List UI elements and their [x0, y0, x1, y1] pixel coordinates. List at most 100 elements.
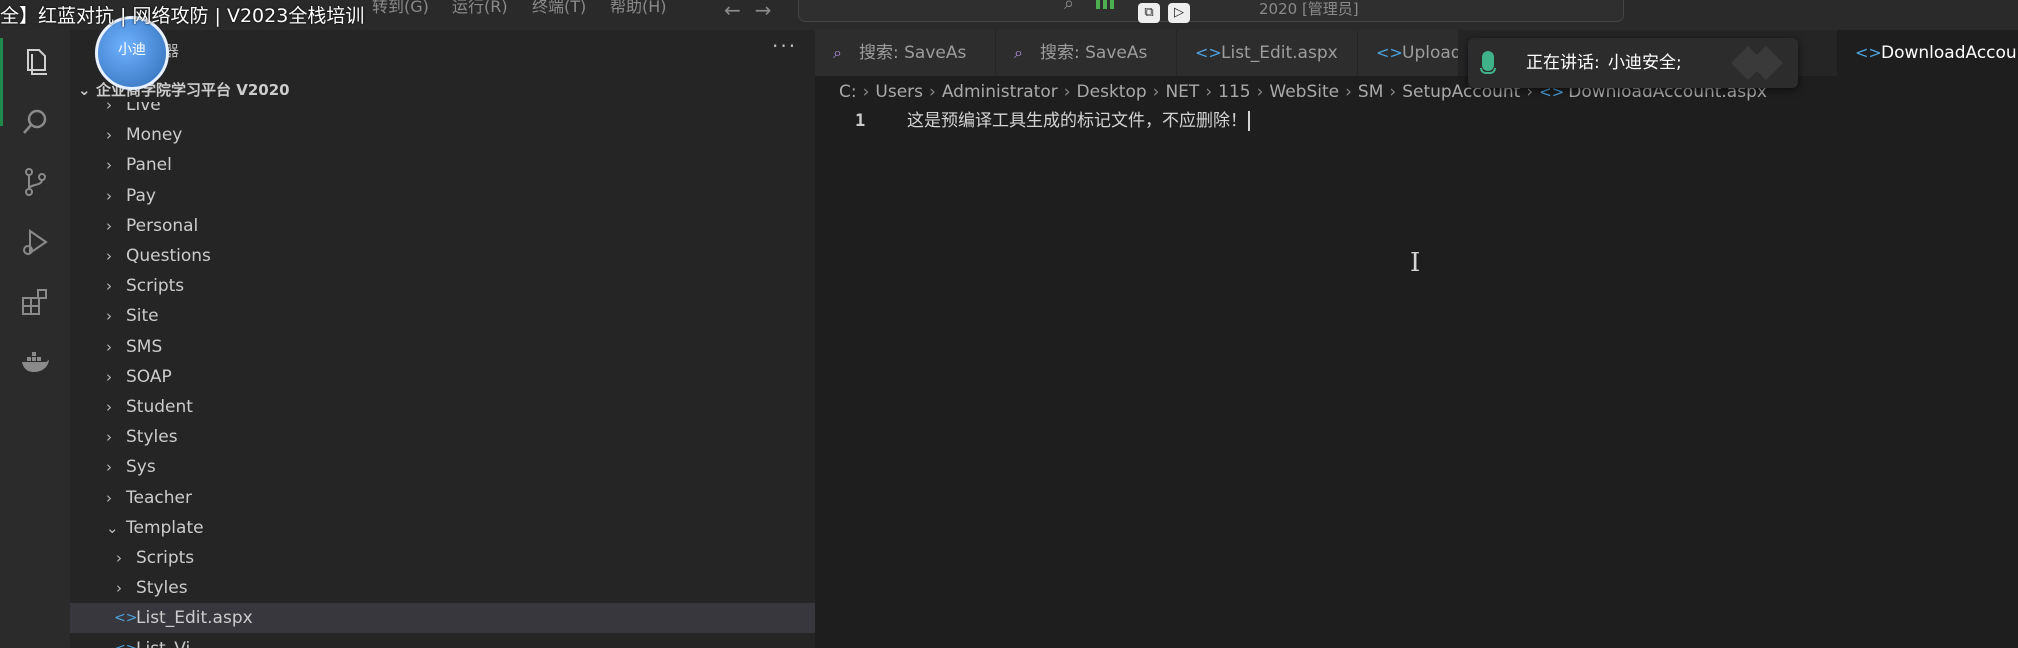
tree-item-label: Pay — [126, 185, 156, 206]
explorer-icon[interactable] — [0, 32, 70, 92]
tree-folder-item[interactable]: › Money — [70, 120, 815, 150]
menu-run[interactable]: 运行(R) — [452, 0, 508, 15]
chevron-down-icon: ⌄ — [78, 81, 91, 99]
breadcrumb-item[interactable]: SM — [1358, 82, 1383, 102]
chevron-right-icon: › — [1389, 82, 1397, 102]
menu-help[interactable]: 帮助(H) — [610, 0, 667, 15]
tab-label: DownloadAccount.a — [1881, 43, 2018, 63]
breadcrumb-item[interactable]: Users — [875, 82, 923, 102]
tree-folder-item[interactable]: › Personal — [70, 211, 815, 241]
tree-file-item[interactable]: <>List_Vi... — [70, 634, 815, 648]
tree-folder-item[interactable]: ⌄ Template — [70, 513, 815, 543]
forward-arrow-icon[interactable]: → — [755, 0, 786, 22]
tree-item-label: Student — [126, 397, 193, 417]
tree-folder-item[interactable]: › Pay — [70, 181, 815, 211]
tree-item-label: Scripts — [136, 548, 195, 568]
tree-folder-item[interactable]: › Scripts — [70, 543, 815, 573]
tree-folder-item[interactable]: › Site — [70, 301, 815, 331]
code-file-icon: <> — [1376, 43, 1403, 62]
tree-folder-item[interactable]: › Sys — [70, 452, 815, 482]
tree-folder-item[interactable]: › Student — [70, 392, 815, 422]
breadcrumb-item[interactable]: Desktop — [1077, 82, 1147, 102]
back-arrow-icon[interactable]: ← — [724, 0, 755, 22]
tree-folder-item[interactable]: › Questions — [70, 241, 815, 271]
app-logo-icon — [1731, 46, 1784, 80]
tree-folder-item[interactable]: › Styles — [70, 422, 815, 452]
breadcrumb-item[interactable]: Administrator — [942, 82, 1058, 102]
tree-folder-item[interactable]: › SOAP — [70, 362, 815, 392]
tree-file-item[interactable]: <> List_Edit.aspx — [70, 603, 815, 634]
editor-tab[interactable]: ⌕ 搜索: SaveAs — [996, 30, 1177, 76]
search-icon: ⌕ — [1064, 0, 1075, 14]
project-root[interactable]: ⌄ 企业商学院学习平台 V2020 — [70, 76, 815, 104]
tab-label: Upload — [1402, 43, 1459, 63]
breadcrumb-item[interactable]: C: — [839, 82, 857, 102]
line-text-content: 这是预编译工具生成的标记文件，不应删除！ — [907, 111, 1247, 131]
menu-goto[interactable]: 转到(G) — [372, 0, 429, 15]
more-actions-icon[interactable]: ··· — [772, 34, 797, 58]
chevron-right-icon: › — [1345, 82, 1352, 102]
menu-terminal[interactable]: 终端(T) — [532, 0, 586, 15]
chevron-right-icon: › — [106, 277, 112, 296]
tree-item-label: Questions — [126, 246, 211, 266]
editor-tab[interactable]: <> List_Edit.aspx — [1177, 30, 1358, 76]
chevron-right-icon: › — [1256, 82, 1264, 102]
code-file-icon: <> — [114, 634, 137, 648]
tree-folder-item[interactable]: › Teacher — [70, 483, 815, 513]
tree-folder-item[interactable]: › Live — [70, 102, 815, 120]
video-title: 全】红蓝对抗 | 网络攻防 | V2023全栈培训 — [0, 5, 365, 27]
code-file-icon: <> — [114, 610, 138, 627]
tree-folder-item[interactable]: › Styles — [70, 573, 815, 603]
chevron-right-icon: › — [1063, 82, 1071, 102]
minimize-to-pip-icon[interactable]: ⧉ — [1138, 3, 1160, 23]
chevron-right-icon: › — [106, 428, 112, 447]
editor-tab[interactable]: <>DownloadAccount.a — [1837, 30, 2018, 76]
play-in-window-icon[interactable]: ▷ — [1168, 3, 1190, 23]
tree-item-label: Site — [126, 306, 159, 327]
tree-item-label: Scripts — [126, 276, 185, 297]
chevron-right-icon: › — [106, 216, 112, 235]
tree-item-label: SOAP — [126, 366, 172, 387]
player-controls: ⧉ ▷ — [1138, 3, 1190, 23]
extensions-icon[interactable] — [0, 272, 70, 332]
chevron-right-icon: › — [1152, 82, 1160, 102]
chevron-down-icon: ⌄ — [106, 518, 119, 537]
editor-tab[interactable]: <> Upload — [1358, 30, 1459, 76]
chevron-right-icon: › — [106, 156, 112, 175]
file-tree: › Live › Money › Panel › Pay › Personal › Questions… — [70, 102, 815, 648]
breadcrumb-item[interactable]: NET — [1165, 82, 1199, 102]
tree-item-label: Styles — [136, 578, 188, 599]
tree-item-label: List_Edit.aspx — [136, 608, 253, 629]
docker-icon[interactable] — [0, 332, 70, 392]
editor-area: ⌕ 搜索: SaveAs ⌕ 搜索: SaveAs <> List_Edit.aspx <>… — [815, 30, 2018, 648]
tree-folder-item[interactable]: › Scripts — [70, 271, 815, 301]
line-text[interactable]: 这是预编译工具生成的标记文件，不应删除！ — [907, 106, 1250, 136]
chevron-right-icon: › — [1205, 82, 1213, 102]
source-control-icon[interactable] — [0, 152, 70, 212]
chevron-right-icon: › — [106, 367, 112, 386]
code-file-icon: <> — [1855, 43, 1882, 62]
tree-item-label: Personal — [126, 215, 199, 236]
tree-item-label: Template — [126, 517, 204, 538]
chevron-right-icon: › — [862, 82, 870, 102]
text-caret — [1248, 111, 1250, 131]
nav-arrows[interactable]: ←→ — [724, 0, 786, 22]
editor-tab[interactable]: ⌕ 搜索: SaveAs — [815, 30, 996, 76]
command-center[interactable]: ⌕ 2020 [管理员] — [798, 0, 1624, 22]
command-center-text: 2020 [管理员] — [1259, 0, 1359, 18]
chevron-right-icon: › — [106, 247, 112, 265]
code-line[interactable]: 1 这是预编译工具生成的标记文件，不应删除！ — [815, 106, 2018, 136]
breadcrumb-item[interactable]: WebSite — [1269, 82, 1339, 102]
tree-folder-item[interactable]: › SMS — [70, 332, 815, 362]
search-icon[interactable] — [0, 92, 70, 152]
tree-folder-item[interactable]: › Panel — [70, 150, 815, 180]
breadcrumb-item[interactable]: 115 — [1218, 82, 1250, 102]
tree-item-label: Styles — [126, 427, 178, 448]
run-debug-icon[interactable] — [0, 212, 70, 272]
audio-level-icon — [1096, 0, 1118, 9]
tab-label: 搜索: SaveAs — [1040, 43, 1148, 63]
chevron-right-icon: › — [106, 126, 112, 145]
ibeam-cursor-icon: I — [1410, 248, 1421, 278]
tree-item-label: Sys — [126, 457, 156, 478]
tree-item-label: Money — [126, 125, 183, 146]
